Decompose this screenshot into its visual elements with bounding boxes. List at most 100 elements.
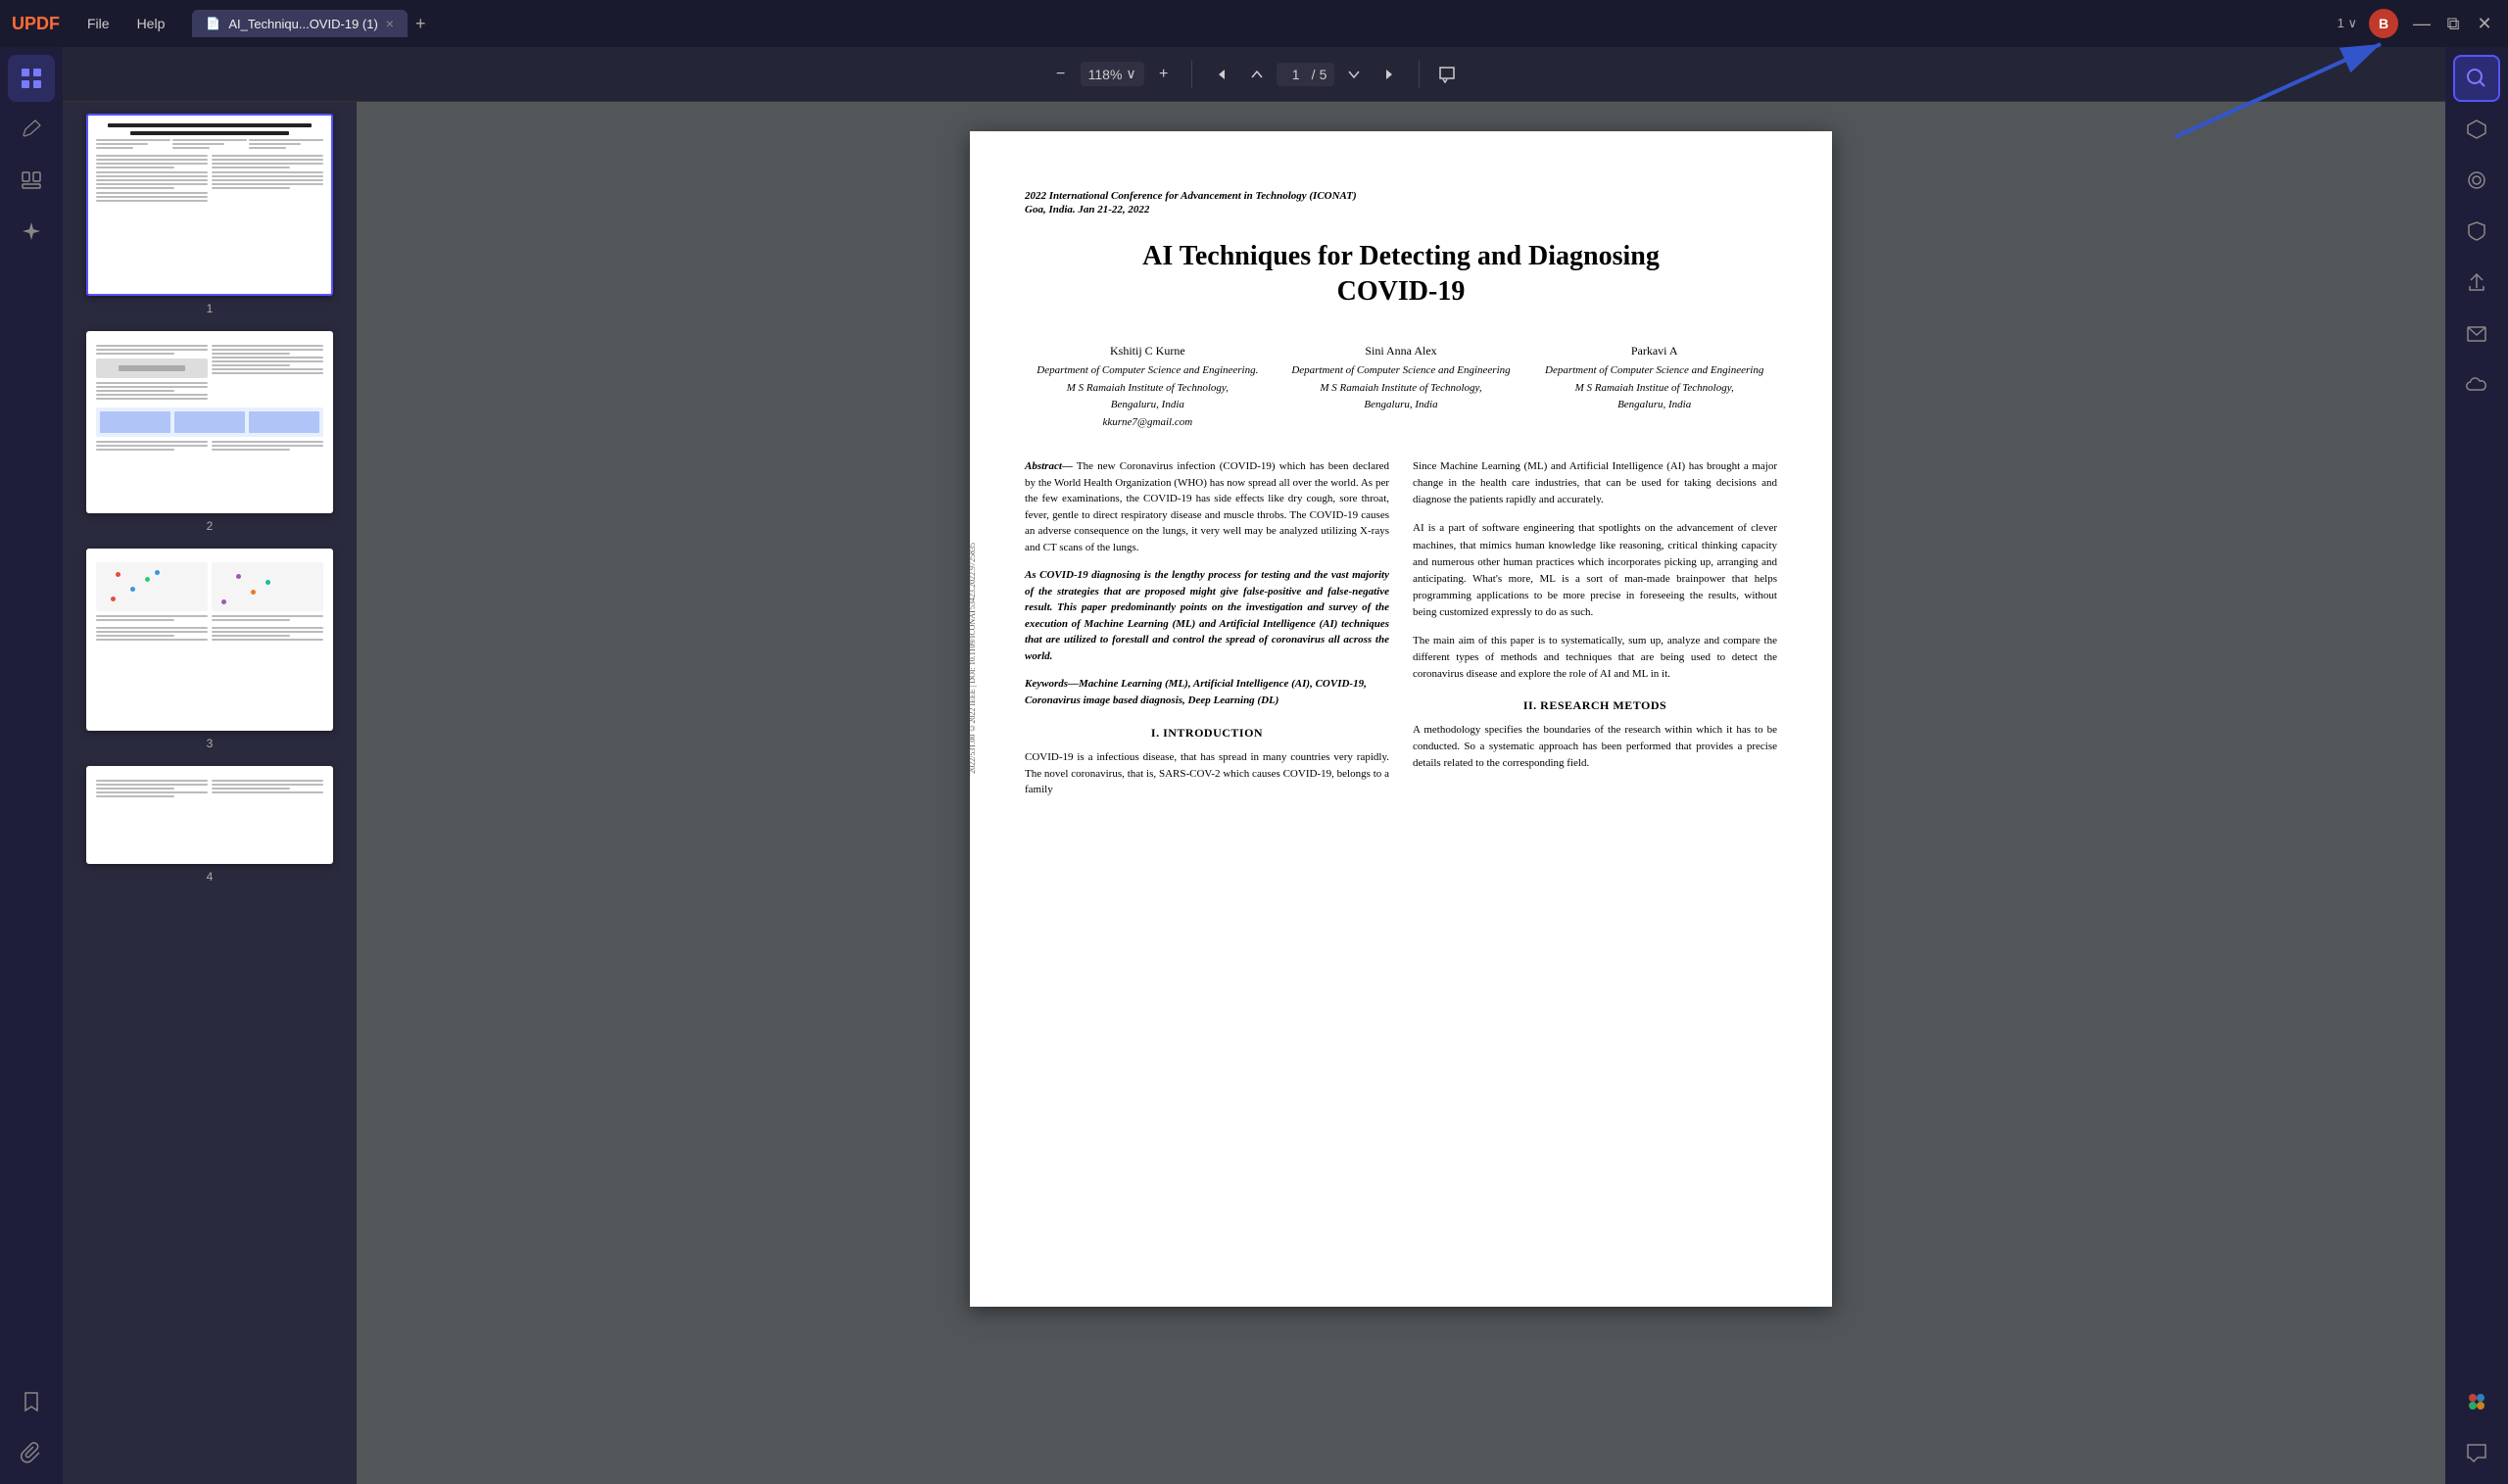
section1-header: I. Introduction (1025, 724, 1389, 742)
author-2-city: Bengaluru, India (1278, 397, 1524, 414)
right-sidebar-mail[interactable] (2453, 310, 2500, 357)
zoom-display[interactable]: 118% ∨ (1081, 62, 1144, 86)
author-3-dept: Department of Computer Science and Engin… (1531, 362, 1777, 380)
pdf-viewer: 2022/531.00 ©2022 IEEE | DOI: 10.1109/IC… (357, 102, 2445, 1484)
sidebar-icon-ai[interactable] (8, 208, 55, 255)
author-3-city: Bengaluru, India (1531, 397, 1777, 414)
zoom-level-text: 118% (1088, 67, 1123, 82)
minimize-button[interactable]: — (2410, 12, 2434, 35)
page-display: / 5 (1277, 63, 1335, 86)
tab-file-icon: 📄 (206, 17, 220, 30)
abstract-label: Abstract— (1025, 460, 1073, 472)
right-sidebar (2445, 47, 2508, 1484)
tab-title: AI_Techniqu...OVID-19 (1) (228, 17, 377, 31)
restore-button[interactable]: ⧉ (2441, 12, 2465, 35)
conference-line2: Goa, India. Jan 21-22, 2022 (1025, 204, 1777, 215)
thumb-frame-4 (86, 766, 333, 864)
right-sidebar-colorful[interactable] (2453, 1378, 2500, 1425)
menu-bar: File Help (75, 12, 176, 35)
titlebar-right: 1 ∨ B — ⧉ ✕ (2338, 9, 2496, 38)
two-col-content: Abstract— The new Coronavirus infection … (1025, 458, 1777, 798)
thumbnail-page-3[interactable]: 3 (71, 549, 349, 750)
thumb-num-3: 3 (207, 737, 214, 750)
thumbnail-page-4[interactable]: 4 (71, 766, 349, 884)
sidebar-icon-attachment[interactable] (8, 1429, 55, 1476)
right-col-p3: The main aim of this paper is to systema… (1413, 633, 1777, 683)
thumbnail-panel: 1 (63, 102, 357, 1484)
sidebar-icon-organize[interactable] (8, 157, 55, 204)
author-1: Kshitij C Kurne Department of Computer S… (1025, 342, 1271, 432)
titlebar: UPDF File Help 📄 AI_Techniqu...OVID-19 (… (0, 0, 2508, 47)
page-number-input[interactable] (1284, 67, 1308, 82)
author-3-name: Parkavi A (1531, 342, 1777, 360)
right-sidebar-convert[interactable] (2453, 106, 2500, 153)
pdf-page-1: 2022/531.00 ©2022 IEEE | DOI: 10.1109/IC… (970, 131, 1832, 1307)
menu-help[interactable]: Help (125, 12, 177, 35)
right-sidebar-cloud[interactable] (2453, 360, 2500, 407)
author-3: Parkavi A Department of Computer Science… (1531, 342, 1777, 432)
author-1-institute: M S Ramaiah Institute of Technology, (1025, 380, 1271, 398)
page-down-button[interactable] (1336, 57, 1372, 92)
right-sidebar-chat[interactable] (2453, 1429, 2500, 1476)
tab-bar: 📄 AI_Techniqu...OVID-19 (1) × + (192, 10, 425, 37)
user-avatar[interactable]: B (2369, 9, 2398, 38)
tab-close-button[interactable]: × (386, 16, 394, 31)
abstract-text: The new Coronavirus infection (COVID-19)… (1025, 460, 1389, 553)
keywords-label: Keywords— (1025, 678, 1079, 690)
sidebar-icon-bookmark[interactable] (8, 1378, 55, 1425)
keywords: Keywords—Machine Learning (ML), Artifici… (1025, 676, 1389, 708)
zoom-chevron-icon: ∨ (1126, 66, 1135, 82)
tab-add-button[interactable]: + (415, 14, 426, 34)
pdf-title-line1: AI Techniques for Detecting and Diagnosi… (1142, 241, 1660, 271)
pdf-title: AI Techniques for Detecting and Diagnosi… (1025, 239, 1777, 311)
author-1-name: Kshitij C Kurne (1025, 342, 1271, 360)
close-button[interactable]: ✕ (2473, 12, 2496, 35)
section2-header: II. RESEARCH METODS (1413, 696, 1777, 714)
content-area: − 118% ∨ + / 5 (63, 47, 2445, 1484)
page-separator: / (1312, 67, 1316, 82)
zoom-in-button[interactable]: + (1146, 57, 1182, 92)
abstract-p2-text: As COVID-19 diagnosing is the lengthy pr… (1025, 567, 1389, 664)
author-1-city: Bengaluru, India (1025, 397, 1271, 414)
separator-1 (1191, 61, 1192, 88)
right-column: Since Machine Learning (ML) and Artifici… (1413, 458, 1777, 798)
zoom-controls: − 118% ∨ + (1043, 57, 1182, 92)
comment-button[interactable] (1429, 57, 1465, 92)
page-first-button[interactable] (1202, 57, 1237, 92)
sidebar-icon-annotation[interactable] (8, 106, 55, 153)
thumb-num-4: 4 (207, 870, 214, 884)
thumbnail-page-2[interactable]: 2 (71, 331, 349, 533)
author-1-email: kkurne7@gmail.com (1025, 414, 1271, 432)
main-area: − 118% ∨ + / 5 (0, 47, 2508, 1484)
thumb-num-2: 2 (207, 519, 214, 533)
thumb-frame-2 (86, 331, 333, 513)
thumb-num-1: 1 (207, 302, 214, 315)
author-2-dept: Department of Computer Science and Engin… (1278, 362, 1524, 380)
abstract-p2: As COVID-19 diagnosing is the lengthy pr… (1025, 567, 1389, 664)
thumb-frame-1 (86, 114, 333, 296)
page-up-button[interactable] (1239, 57, 1275, 92)
right-col-p2: AI is a part of software engineering tha… (1413, 520, 1777, 620)
abstract: Abstract— The new Coronavirus infection … (1025, 458, 1389, 555)
author-2-institute: M S Ramaiah Institute of Technology, (1278, 380, 1524, 398)
right-sidebar-protect[interactable] (2453, 208, 2500, 255)
right-sidebar-search[interactable] (2453, 55, 2500, 102)
sidebar-icon-thumbnail[interactable] (8, 55, 55, 102)
navigation-controls: / 5 (1202, 57, 1410, 92)
menu-file[interactable]: File (75, 12, 121, 35)
thumb-frame-3 (86, 549, 333, 731)
author-3-institute: M S Ramaiah Institue of Technology, (1531, 380, 1777, 398)
zoom-out-button[interactable]: − (1043, 57, 1079, 92)
section2-text: A methodology specifies the boundaries o… (1413, 722, 1777, 772)
right-sidebar-share[interactable] (2453, 259, 2500, 306)
page-last-button[interactable] (1374, 57, 1409, 92)
right-sidebar-ocr[interactable] (2453, 157, 2500, 204)
conference-line1: 2022 International Conference for Advanc… (1025, 190, 1777, 202)
app-logo: UPDF (12, 14, 60, 34)
section1-text: COVID-19 is a infectious disease, that h… (1025, 749, 1389, 798)
version-display: 1 ∨ (2338, 16, 2357, 31)
toolbar: − 118% ∨ + / 5 (63, 47, 2445, 102)
thumbnail-page-1[interactable]: 1 (71, 114, 349, 315)
window-controls: — ⧉ ✕ (2410, 12, 2496, 35)
tab-active[interactable]: 📄 AI_Techniqu...OVID-19 (1) × (192, 10, 408, 37)
